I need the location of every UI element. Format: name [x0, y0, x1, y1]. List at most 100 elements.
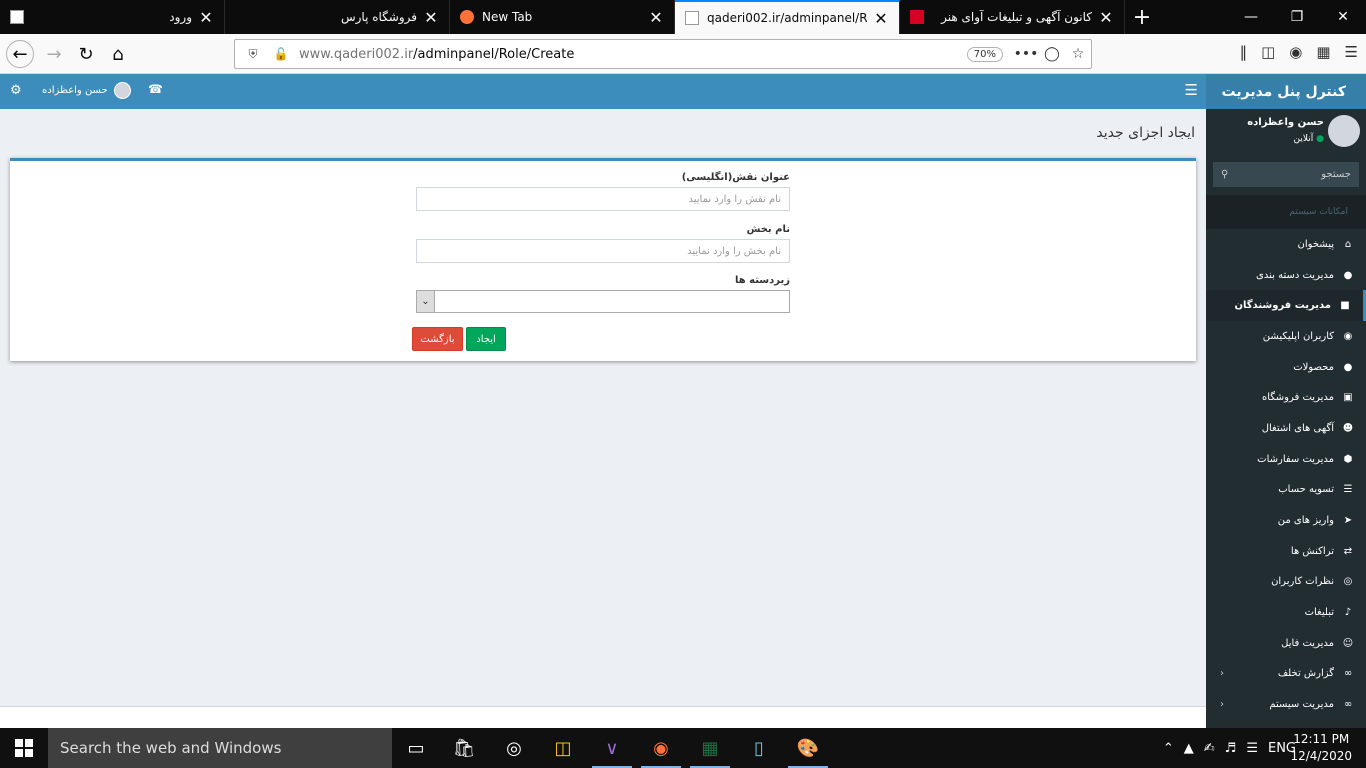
sidebar-item[interactable]: ⌂ پیشخوان: [1206, 229, 1366, 260]
page-actions-icon[interactable]: •••: [1013, 46, 1039, 62]
sidebar-item-label: آگهی های اشتغال: [1261, 422, 1334, 434]
notes-icon[interactable]: ▯: [735, 728, 783, 768]
back-button[interactable]: ←: [6, 40, 34, 68]
close-tab-icon[interactable]: ✕: [1098, 8, 1114, 27]
chevron-up-icon[interactable]: ⌃: [1163, 741, 1174, 756]
role-title-input[interactable]: [416, 187, 790, 211]
forward-button[interactable]: →: [40, 40, 68, 68]
create-button[interactable]: ایجاد: [466, 327, 506, 351]
sidebar-item[interactable]: ☰ تسویه حساب: [1206, 475, 1366, 506]
url-bar[interactable]: ⛨ 🔓 www.qaderi002.ir/adminpanel/Role/Cre…: [234, 39, 1092, 69]
notification-icon[interactable]: ☰: [1246, 741, 1258, 756]
close-tab-icon[interactable]: ✕: [423, 8, 439, 27]
comment-icon: ●: [1343, 269, 1353, 281]
sidebar-item[interactable]: ➤ واریز های من: [1206, 505, 1366, 536]
sidebar-item[interactable]: ◎ نظرات کاربران: [1206, 567, 1366, 598]
sidebar-menu: ⌂ پیشخوان ● مدیریت دسته بندی ■ مدیریت فروشندگ…: [1206, 229, 1366, 720]
sidebar-item[interactable]: ■ مدیریت فروشندگان: [1206, 290, 1366, 322]
close-tab-icon[interactable]: ✕: [648, 8, 664, 27]
bookmark-star-icon[interactable]: ☆: [1065, 46, 1091, 62]
input-icon[interactable]: ✍: [1204, 741, 1215, 756]
clock-date: 12/4/2020: [1290, 749, 1352, 763]
shield-icon[interactable]: ⛨: [243, 47, 263, 62]
sidebar-item-label: مدیریت سفارشات: [1257, 453, 1334, 465]
sidebar-item[interactable]: ▣ مدیریت فروشگاه: [1206, 382, 1366, 413]
browser-nav-bar: ← → ↻ ⌂ ⛨ 🔓 www.qaderi002.ir/adminpanel/…: [0, 34, 1366, 74]
zoom-level[interactable]: 70%: [966, 46, 1003, 62]
sidebar-user-name: حسن واعظزاده: [1247, 117, 1324, 128]
sidebar-toggle-icon[interactable]: ◫: [1261, 43, 1275, 61]
sidebar-item-label: مدیریت سیستم: [1269, 699, 1334, 711]
home-button[interactable]: ⌂: [104, 40, 132, 68]
maximize-button[interactable]: ❐: [1274, 0, 1320, 34]
subcategory-select[interactable]: ⌄: [416, 290, 790, 313]
network-icon[interactable]: ▲: [1184, 741, 1194, 756]
sidebar-toggle-button[interactable]: ☰: [1185, 81, 1198, 99]
browser-tab[interactable]: کانون آگهی و تبلیغات آوای هنر ✕: [900, 0, 1125, 34]
bell-icon[interactable]: ☎: [148, 82, 163, 96]
account-icon[interactable]: ◉: [1289, 43, 1302, 61]
clock[interactable]: 12:11 PM 12/4/2020: [1290, 731, 1352, 765]
task-view-icon[interactable]: ▭: [392, 728, 440, 768]
sidebar-item[interactable]: ∞ گزارش تخلف ‹: [1206, 659, 1366, 690]
search-input[interactable]: جستجو: [1321, 169, 1351, 180]
toolbar-right: ‖ ◫ ◉ ▦ ☰: [1240, 43, 1358, 61]
search-icon[interactable]: ⚲: [1221, 169, 1228, 180]
new-tab-button[interactable]: +: [1125, 0, 1159, 34]
tab-title: کانون آگهی و تبلیغات آوای هنر: [941, 10, 1092, 24]
sidebar-item[interactable]: ⬢ مدیریت سفارشات: [1206, 444, 1366, 475]
admin-app: ⚙ حسن واعظزاده ☎ ☰ ایجاد اجزای جدید عنوا…: [0, 74, 1366, 728]
extension-icon[interactable]: ▦: [1316, 43, 1330, 61]
browser-tab[interactable]: ورود ✕: [0, 0, 225, 34]
pocket-icon[interactable]: ◯: [1039, 46, 1065, 62]
top-header: ⚙ حسن واعظزاده ☎ ☰: [0, 74, 1206, 109]
store-icon[interactable]: 🛍: [440, 728, 488, 768]
chevron-left-icon[interactable]: ‹: [1220, 699, 1224, 710]
sidebar-item[interactable]: ☺ مدیریت فایل: [1206, 628, 1366, 659]
library-icon[interactable]: ‖: [1240, 43, 1248, 61]
header-user-menu[interactable]: حسن واعظزاده: [42, 82, 131, 99]
insecure-lock-icon[interactable]: 🔓: [271, 47, 291, 61]
page-icon: [685, 11, 699, 25]
reload-button[interactable]: ↻: [72, 40, 100, 68]
close-window-button[interactable]: ✕: [1320, 0, 1366, 34]
url-text[interactable]: www.qaderi002.ir/adminpanel/Role/Create: [299, 47, 967, 62]
close-tab-icon[interactable]: ✕: [198, 8, 214, 27]
volume-icon[interactable]: ♬: [1225, 741, 1237, 756]
browser-tab-strip: ورود ✕ فروشگاه پارس ✕ New Tab ✕ qaderi002.ir/a…: [0, 0, 1366, 34]
sidebar-item[interactable]: ♪ تبلیغات: [1206, 597, 1366, 628]
sidebar-item[interactable]: ◉ کاربران اپلیکیشن: [1206, 321, 1366, 352]
visual-studio-icon[interactable]: ∨: [588, 728, 636, 768]
page-icon: [10, 10, 24, 24]
section-name-label: نام بخش: [746, 224, 790, 235]
minimize-button[interactable]: —: [1228, 0, 1274, 34]
excel-icon[interactable]: ▦: [686, 728, 734, 768]
section-name-field: نام بخش: [416, 224, 790, 263]
sidebar-item[interactable]: ⇄ تراکنش ها: [1206, 536, 1366, 567]
media-icon[interactable]: ◎: [490, 728, 538, 768]
browser-tab[interactable]: New Tab ✕: [450, 0, 675, 34]
taskbar-search[interactable]: Search the web and Windows: [48, 728, 392, 768]
role-title-field: عنوان نقش(انگلیسی): [416, 172, 790, 211]
brand-title[interactable]: کنترل پنل مدیریت: [1206, 74, 1366, 109]
paint-icon[interactable]: 🎨: [784, 728, 832, 768]
square-icon: ■: [1340, 300, 1350, 312]
sidebar-item[interactable]: ☻ آگهی های اشتغال: [1206, 413, 1366, 444]
firefox-icon[interactable]: ◉: [637, 728, 685, 768]
sidebar-item[interactable]: ∞ مدیریت سیستم ‹: [1206, 689, 1366, 720]
back-button-form[interactable]: بازگشت: [412, 327, 463, 351]
sidebar-search[interactable]: جستجو ⚲: [1213, 162, 1359, 187]
sql-tool-icon[interactable]: ◫: [539, 728, 587, 768]
tab-list: ورود ✕ فروشگاه پارس ✕ New Tab ✕ qaderi002.ir/a…: [0, 0, 1125, 34]
sidebar-item[interactable]: ● مدیریت دسته بندی: [1206, 260, 1366, 291]
section-name-input[interactable]: [416, 239, 790, 263]
chevron-down-icon[interactable]: ⌄: [417, 291, 435, 312]
windows-start-icon[interactable]: [0, 728, 48, 768]
close-tab-icon[interactable]: ✕: [873, 9, 889, 28]
browser-tab[interactable]: فروشگاه پارس ✕: [225, 0, 450, 34]
sidebar-item[interactable]: ● محصولات: [1206, 352, 1366, 383]
browser-tab[interactable]: qaderi002.ir/adminpanel/Role/ ✕: [675, 0, 900, 34]
chevron-left-icon[interactable]: ‹: [1220, 668, 1224, 679]
settings-icon[interactable]: ⚙: [10, 83, 22, 98]
menu-icon[interactable]: ☰: [1345, 43, 1358, 61]
